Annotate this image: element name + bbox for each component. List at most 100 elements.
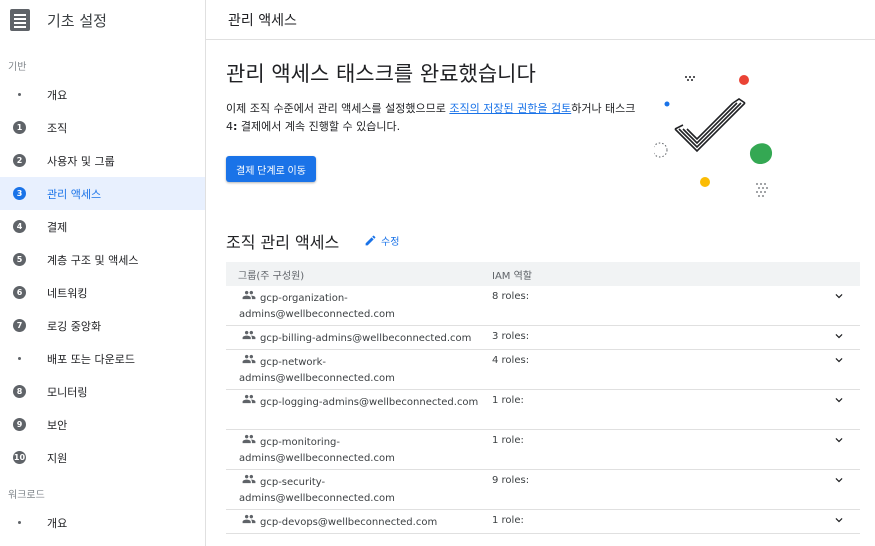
completion-description: 이제 조직 수준에서 관리 액세스를 설정했으므로 조직의 저장된 권한을 검토… <box>226 100 646 136</box>
sidebar-item-label: 배포 또는 다운로드 <box>47 352 135 366</box>
sidebar-section-title: 기반 <box>8 61 27 73</box>
step-number-badge: 1 <box>13 121 26 134</box>
bullet-dot-icon <box>13 516 26 529</box>
group-people-icon <box>242 514 256 530</box>
column-header-iam-role: IAM 역할 <box>492 270 532 282</box>
chevron-down-icon[interactable] <box>832 393 846 410</box>
sidebar-item[interactable]: 7 로깅 중앙화 <box>0 309 205 342</box>
group-email: gcp-logging-admins@wellbeconnected.com <box>260 397 479 408</box>
main-content: 관리 액세스 태스크를 완료했습니다 이제 조직 수준에서 관리 액세스를 설정… <box>206 40 875 546</box>
desc-text-3: 결제에서 계속 진행할 수 있습니다. <box>237 120 401 133</box>
edit-label: 수정 <box>381 237 400 248</box>
sidebar-header: 기초 설정 <box>0 0 205 40</box>
table-row[interactable]: gcp-organization-admins@wellbeconnected.… <box>226 286 860 326</box>
chevron-down-icon[interactable] <box>832 433 846 450</box>
group-email: gcp-security-admins@wellbeconnected.com <box>239 477 395 504</box>
sidebar-item-label: 계층 구조 및 액세스 <box>47 253 139 267</box>
group-people-icon <box>242 394 256 410</box>
desc-text-1: 이제 조직 수준에서 관리 액세스를 설정했으므로 <box>226 102 450 115</box>
sidebar-item-label: 지원 <box>47 451 68 465</box>
table-row[interactable]: gcp-network-admins@wellbeconnected.com 4 … <box>226 350 860 390</box>
bullet-dot-icon <box>13 352 26 365</box>
bullet-dot-icon <box>13 88 26 101</box>
iam-role-cell: 9 roles: <box>492 475 530 486</box>
step-number-badge: 5 <box>13 253 26 266</box>
chevron-down-icon[interactable] <box>832 473 846 490</box>
iam-role-cell: 4 roles: <box>492 355 530 366</box>
completion-heading: 관리 액세스 태스크를 완료했습니다 <box>226 62 536 86</box>
sidebar-item[interactable]: 2 사용자 및 그룹 <box>0 144 205 177</box>
edit-button[interactable]: 수정 <box>364 233 399 248</box>
step-number-badge: 3 <box>13 187 26 200</box>
step-number-badge: 4 <box>13 220 26 233</box>
edit-pencil-icon <box>365 235 376 246</box>
group-email: gcp-devops@wellbeconnected.com <box>260 517 438 528</box>
checkmark-illustration <box>654 75 773 197</box>
group-cell: gcp-devops@wellbeconnected.com <box>239 514 479 531</box>
sidebar-item-label: 로깅 중앙화 <box>47 319 102 333</box>
group-email: gcp-monitoring-admins@wellbeconnected.co… <box>239 437 395 464</box>
sidebar-section-title: 워크로드 <box>8 489 45 501</box>
page-title: 관리 액세스 <box>228 12 297 29</box>
iam-role-cell: 1 role: <box>492 435 524 446</box>
sidebar-item[interactable]: 4 결제 <box>0 210 205 243</box>
group-cell: gcp-network-admins@wellbeconnected.com <box>239 354 479 387</box>
iam-role-cell: 8 roles: <box>492 291 530 302</box>
iam-role-cell: 3 roles: <box>492 331 530 342</box>
step-number-badge: 9 <box>13 418 26 431</box>
sidebar-item-label: 개요 <box>47 516 68 530</box>
sidebar-item-label: 조직 <box>47 121 68 135</box>
group-people-icon <box>242 354 256 370</box>
sidebar-item[interactable]: 1 조직 <box>0 111 205 144</box>
review-permissions-link[interactable]: 조직의 저장된 권한을 검토 <box>449 102 571 115</box>
sidebar-item-label: 관리 액세스 <box>47 187 102 201</box>
table-row[interactable]: gcp-logging-admins@wellbeconnected.com 1 … <box>226 390 860 430</box>
sidebar-nav: 기반개요 1 조직 2 사용자 및 그룹 3 관리 액세스 4 결제 5 계층 구조 및 액세스 6 네… <box>0 52 205 539</box>
table-row[interactable]: gcp-devops@wellbeconnected.com 1 role: <box>226 510 860 534</box>
group-people-icon <box>242 474 256 490</box>
table-row[interactable]: gcp-security-admins@wellbeconnected.com 9… <box>226 470 860 510</box>
step-number-badge: 10 <box>13 451 26 464</box>
chevron-down-icon[interactable] <box>832 289 846 306</box>
step-number-badge: 8 <box>13 385 26 398</box>
group-cell: gcp-security-admins@wellbeconnected.com <box>239 474 479 507</box>
sidebar-item[interactable]: 10 지원 <box>0 441 205 474</box>
table-body: gcp-organization-admins@wellbeconnected.… <box>226 286 860 534</box>
sidebar-item-label: 개요 <box>47 88 68 102</box>
sidebar-item[interactable]: 9 보안 <box>0 408 205 441</box>
admin-access-table: 그룹(주 구성원) IAM 역할 gcp-organization-admins… <box>226 262 860 534</box>
iam-role-cell: 1 role: <box>492 395 524 406</box>
iam-role-cell: 1 role: <box>492 515 524 526</box>
table-row[interactable]: gcp-monitoring-admins@wellbeconnected.co… <box>226 430 860 470</box>
group-people-icon <box>242 290 256 306</box>
sidebar-item[interactable]: 8 모니터링 <box>0 375 205 408</box>
org-admin-access-heading: 조직 관리 액세스 <box>226 233 340 252</box>
page-header: 관리 액세스 <box>206 0 875 40</box>
table-row[interactable]: gcp-billing-admins@wellbeconnected.com 3 … <box>226 326 860 350</box>
group-email: gcp-billing-admins@wellbeconnected.com <box>260 333 472 344</box>
sidebar-item[interactable]: 배포 또는 다운로드 <box>0 342 205 375</box>
sidebar-item-label: 보안 <box>47 418 68 432</box>
sidebar-item-label: 결제 <box>47 220 68 234</box>
step-number-badge: 6 <box>13 286 26 299</box>
column-header-group: 그룹(주 구성원) <box>238 270 305 282</box>
chevron-down-icon[interactable] <box>832 353 846 370</box>
setup-checklist-icon <box>10 9 30 31</box>
group-cell: gcp-billing-admins@wellbeconnected.com <box>239 330 479 347</box>
go-to-billing-button[interactable]: 결제 단계로 이동 <box>226 156 316 182</box>
sidebar-item[interactable]: 3 관리 액세스 <box>0 177 205 210</box>
group-email: gcp-organization-admins@wellbeconnected.… <box>239 293 395 320</box>
sidebar-item[interactable]: 개요 <box>0 506 205 539</box>
group-cell: gcp-organization-admins@wellbeconnected.… <box>239 290 479 323</box>
sidebar-item-label: 모니터링 <box>47 385 88 399</box>
sidebar-item[interactable]: 6 네트워킹 <box>0 276 205 309</box>
group-cell: gcp-monitoring-admins@wellbeconnected.co… <box>239 434 479 467</box>
sidebar-title: 기초 설정 <box>47 11 107 30</box>
sidebar-item-label: 네트워킹 <box>47 286 88 300</box>
sidebar-item[interactable]: 5 계층 구조 및 액세스 <box>0 243 205 276</box>
chevron-down-icon[interactable] <box>832 513 846 530</box>
sidebar-item[interactable]: 개요 <box>0 78 205 111</box>
app-window: 기초 설정 기반개요 1 조직 2 사용자 및 그룹 3 관리 액세스 4 결제 5 계층 구조 및… <box>0 0 875 546</box>
chevron-down-icon[interactable] <box>832 329 846 346</box>
step-number-badge: 2 <box>13 154 26 167</box>
